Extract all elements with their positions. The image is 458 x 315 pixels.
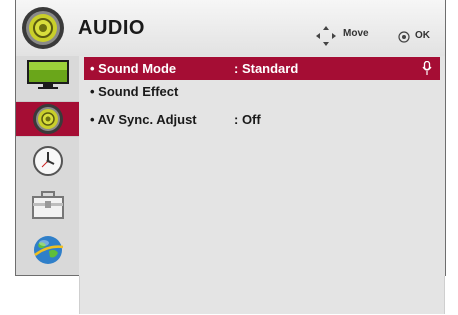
sidebar-item-picture[interactable] [16,56,79,92]
menu-header: AUDIO Move OK [16,0,445,56]
menu-item-sound-effect[interactable]: • Sound Effect [84,80,440,103]
category-sidebar [16,56,79,275]
sidebar-item-network[interactable] [16,232,79,268]
toolbox-icon [31,191,64,219]
menu-item-value: : Standard [234,61,299,76]
sidebar-item-time[interactable] [16,143,79,179]
menu-item-label: • AV Sync. Adjust [90,112,197,127]
ok-circle-icon [398,31,410,43]
ok-hint-label: OK [415,30,430,41]
speaker-icon [22,7,64,49]
dpad-arrows-icon [316,26,336,46]
panel-lower-area [79,276,445,314]
menu-item-label: • Sound Mode [90,61,177,76]
sidebar-item-option[interactable] [16,187,79,223]
menu-item-value: : Off [234,112,261,127]
tv-picture-icon [26,60,69,89]
move-hint-label: Move [343,28,369,39]
speaker-icon [32,104,63,134]
menu-item-av-sync-adjust[interactable]: • AV Sync. Adjust : Off [84,108,440,131]
sidebar-item-audio[interactable] [16,101,79,137]
clock-icon [32,146,63,176]
microphone-icon [422,61,432,75]
globe-icon [33,236,63,264]
page-title: AUDIO [78,17,145,39]
menu-item-label: • Sound Effect [90,84,179,99]
menu-item-sound-mode[interactable]: • Sound Mode : Standard [84,57,440,80]
